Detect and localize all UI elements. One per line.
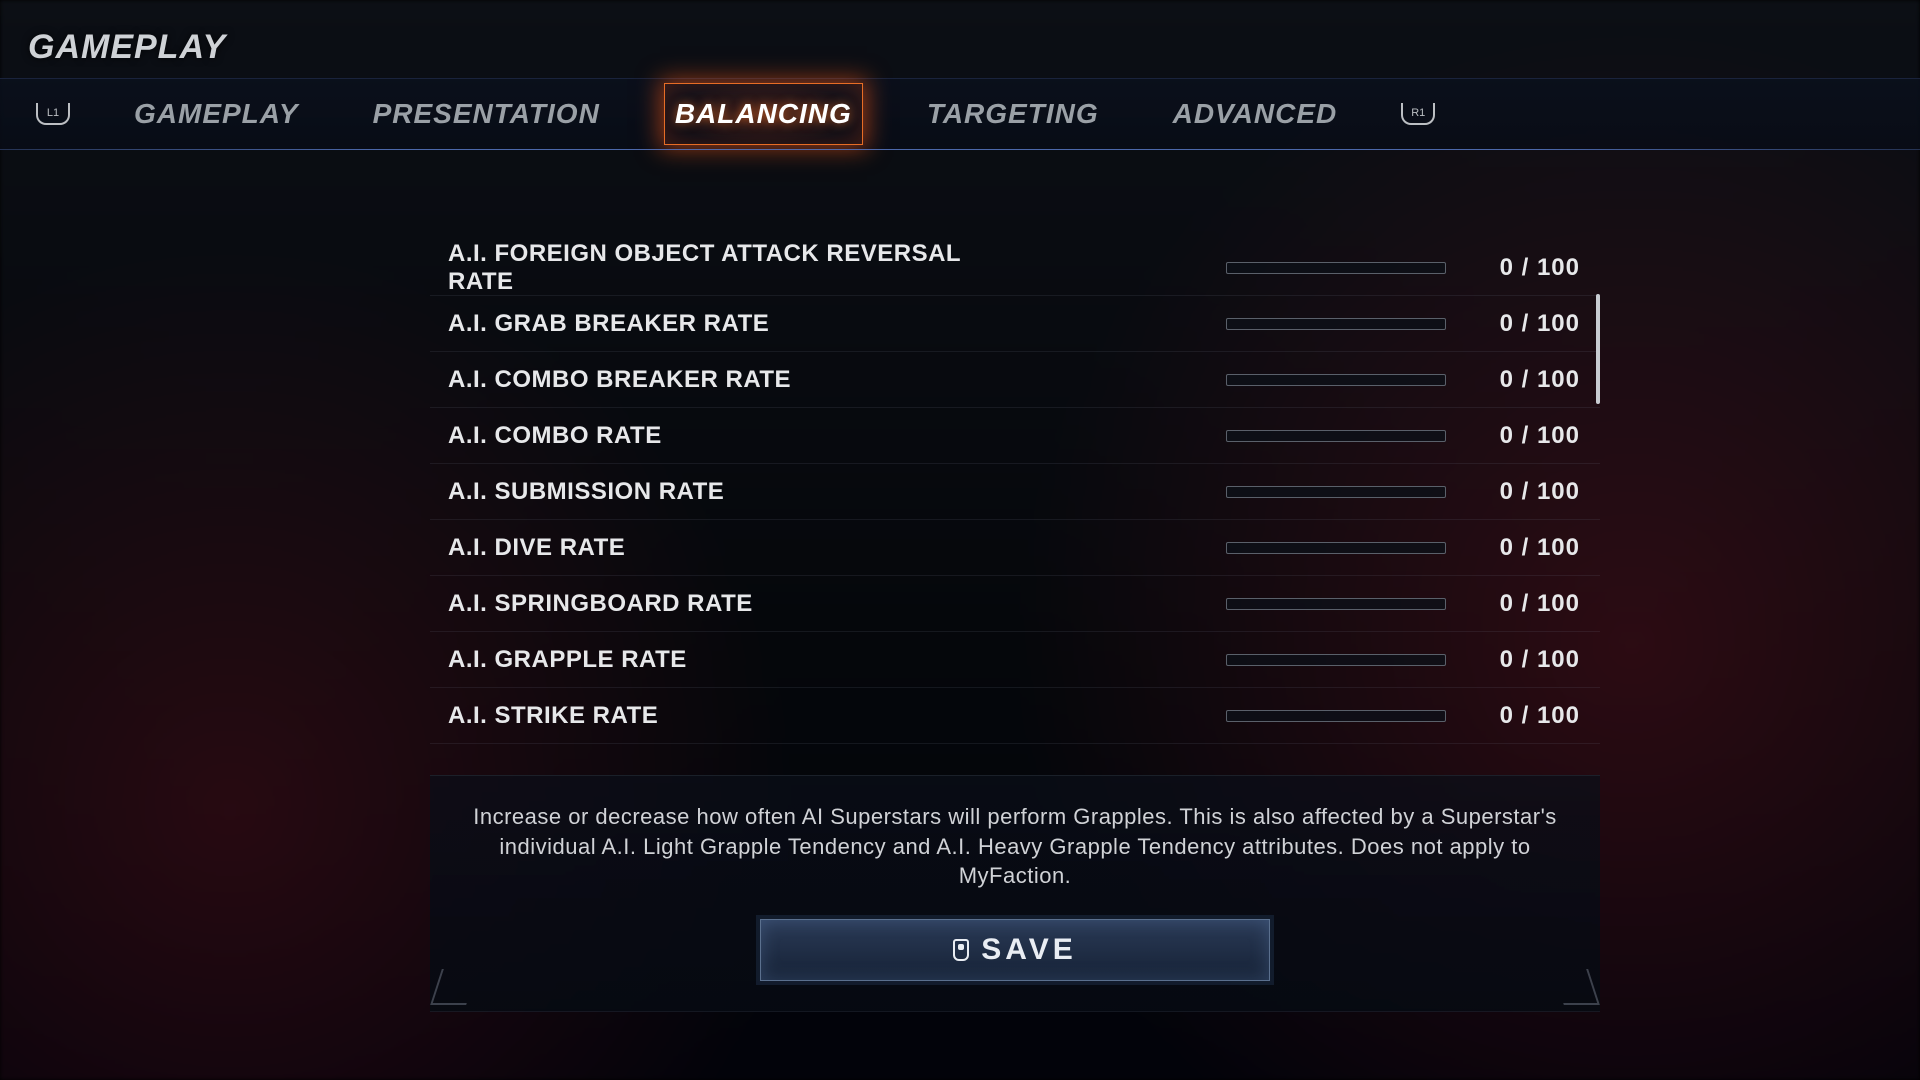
setting-row[interactable]: A.I. SUBMISSION RATE 0 / 100 <box>430 464 1600 520</box>
setting-label: A.I. GRAB BREAKER RATE <box>448 310 1008 338</box>
setting-row[interactable]: A.I. GRAB BREAKER RATE 0 / 100 <box>430 296 1600 352</box>
scrollbar-thumb[interactable] <box>1596 294 1600 404</box>
setting-label: A.I. SPRINGBOARD RATE <box>448 590 1008 618</box>
tab-presentation[interactable]: PRESENTATION <box>363 84 610 144</box>
setting-row[interactable]: A.I. GRAPPLE RATE 0 / 100 <box>430 632 1600 688</box>
slider-track[interactable] <box>1226 430 1446 442</box>
slider-track[interactable] <box>1226 486 1446 498</box>
setting-value: 0 / 100 <box>1446 422 1586 450</box>
slider-track[interactable] <box>1226 710 1446 722</box>
setting-label: A.I. COMBO RATE <box>448 422 1008 450</box>
setting-value: 0 / 100 <box>1446 534 1586 562</box>
setting-value: 0 / 100 <box>1446 702 1586 730</box>
save-icon <box>953 939 969 961</box>
shoulder-left-icon[interactable]: L1 <box>36 103 70 125</box>
slider-track[interactable] <box>1226 654 1446 666</box>
setting-row[interactable]: A.I. FOREIGN OBJECT ATTACK REVERSAL RATE… <box>430 240 1600 296</box>
settings-panel: A.I. FOREIGN OBJECT ATTACK REVERSAL RATE… <box>430 240 1600 744</box>
shoulder-right-icon[interactable]: R1 <box>1401 103 1435 125</box>
slider-track[interactable] <box>1226 598 1446 610</box>
setting-label: A.I. COMBO BREAKER RATE <box>448 366 1008 394</box>
setting-value: 0 / 100 <box>1446 310 1586 338</box>
setting-value: 0 / 100 <box>1446 590 1586 618</box>
description-box: Increase or decrease how often AI Supers… <box>430 775 1600 1012</box>
setting-value: 0 / 100 <box>1446 646 1586 674</box>
setting-value: 0 / 100 <box>1446 366 1586 394</box>
slider-track[interactable] <box>1226 542 1446 554</box>
setting-row[interactable]: A.I. STRIKE RATE 0 / 100 <box>430 688 1600 744</box>
save-button-label: SAVE <box>981 933 1076 967</box>
slider-track[interactable] <box>1226 262 1446 274</box>
page-title: GAMEPLAY <box>28 28 226 67</box>
setting-label: A.I. STRIKE RATE <box>448 702 1008 730</box>
slider-track[interactable] <box>1226 374 1446 386</box>
setting-row[interactable]: A.I. SPRINGBOARD RATE 0 / 100 <box>430 576 1600 632</box>
tab-targeting[interactable]: TARGETING <box>917 84 1109 144</box>
setting-value: 0 / 100 <box>1446 478 1586 506</box>
slider-track[interactable] <box>1226 318 1446 330</box>
setting-label: A.I. GRAPPLE RATE <box>448 646 1008 674</box>
save-button[interactable]: SAVE <box>760 919 1270 981</box>
description-text: Increase or decrease how often AI Supers… <box>470 802 1560 891</box>
setting-row[interactable]: A.I. COMBO RATE 0 / 100 <box>430 408 1600 464</box>
setting-label: A.I. FOREIGN OBJECT ATTACK REVERSAL RATE <box>448 240 1008 296</box>
tab-balancing[interactable]: BALANCING <box>664 83 863 145</box>
setting-label: A.I. SUBMISSION RATE <box>448 478 1008 506</box>
tab-bar: L1 GAMEPLAY PRESENTATION BALANCING TARGE… <box>0 78 1920 150</box>
setting-row[interactable]: A.I. DIVE RATE 0 / 100 <box>430 520 1600 576</box>
setting-value: 0 / 100 <box>1446 254 1586 282</box>
tab-advanced[interactable]: ADVANCED <box>1163 84 1348 144</box>
setting-row[interactable]: A.I. COMBO BREAKER RATE 0 / 100 <box>430 352 1600 408</box>
tab-gameplay[interactable]: GAMEPLAY <box>124 84 309 144</box>
setting-label: A.I. DIVE RATE <box>448 534 1008 562</box>
